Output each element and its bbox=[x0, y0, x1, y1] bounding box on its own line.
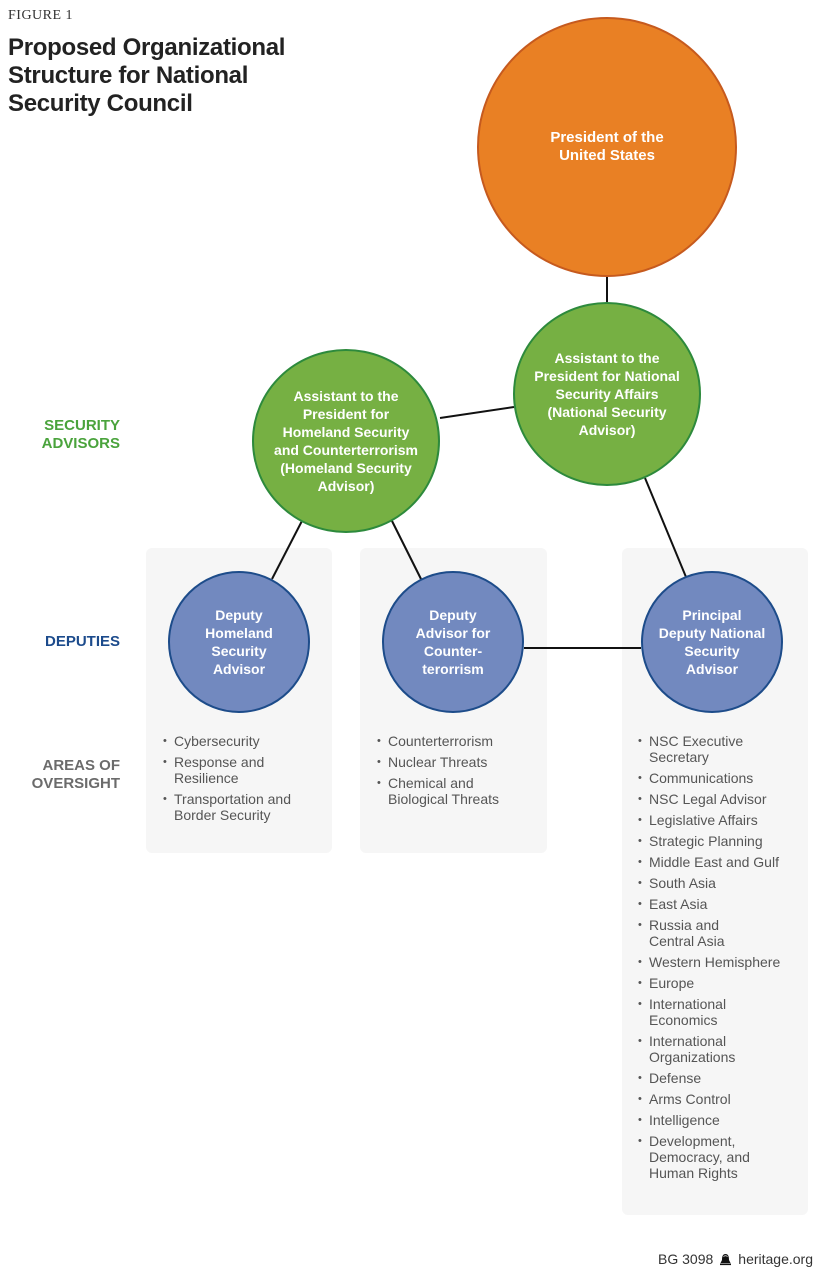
row-label-deputies: DEPUTIES bbox=[44, 633, 120, 650]
node-hsa-label: Assistant to the President for Homeland … bbox=[274, 388, 418, 494]
node-homeland-security-advisor: Assistant to the President for Homeland … bbox=[252, 349, 440, 533]
oversight-item: Transportation and Border Security bbox=[163, 791, 333, 823]
row-label-security-advisors: SECURITY ADVISORS bbox=[41, 417, 120, 452]
edge-nsa-hsa bbox=[439, 406, 515, 419]
oversight-item: NSC Legal Advisor bbox=[638, 791, 813, 807]
oversight-list-deputy-counterterrorism: Counterterrorism Nuclear Threats Chemical … bbox=[377, 733, 547, 812]
node-nsa-label: Assistant to the President for National … bbox=[534, 350, 680, 438]
oversight-item: Nuclear Threats bbox=[377, 754, 547, 770]
oversight-item: Cybersecurity bbox=[163, 733, 333, 749]
oversight-item: Strategic Planning bbox=[638, 833, 813, 849]
oversight-list-deputy-homeland: Cybersecurity Response and Resilience Tran… bbox=[163, 733, 333, 828]
report-id: BG 3098 bbox=[658, 1251, 714, 1267]
oversight-item: Counterterrorism bbox=[377, 733, 547, 749]
node-principal-deputy-label: Principal Deputy National Security Advis… bbox=[658, 607, 766, 677]
oversight-item: Europe bbox=[638, 975, 813, 991]
oversight-item: NSC Executive Secretary bbox=[638, 733, 813, 765]
oversight-item: International Organizations bbox=[638, 1033, 813, 1065]
oversight-item: Response and Resilience bbox=[163, 754, 333, 786]
oversight-item: Middle East and Gulf bbox=[638, 854, 813, 870]
node-principal-deputy: Principal Deputy National Security Advis… bbox=[641, 571, 783, 713]
oversight-list-principal-deputy: NSC Executive Secretary Communications NSC… bbox=[638, 733, 813, 1186]
oversight-item: International Economics bbox=[638, 996, 813, 1028]
oversight-item: South Asia bbox=[638, 875, 813, 891]
oversight-item: Development, Democracy, and Human Rights bbox=[638, 1133, 813, 1181]
oversight-item: Chemical and Biological Threats bbox=[377, 775, 547, 807]
liberty-bell-icon bbox=[720, 1253, 732, 1265]
edge-hsa-deputy-counterterrorism bbox=[389, 516, 422, 580]
oversight-item: East Asia bbox=[638, 896, 813, 912]
oversight-item: Communications bbox=[638, 770, 813, 786]
node-deputy-counterterrorism: Deputy Advisor for Counter- terorrism bbox=[382, 571, 524, 713]
edge-hsa-deputy-homeland bbox=[271, 516, 305, 580]
oversight-item: Western Hemisphere bbox=[638, 954, 813, 970]
oversight-item: Legislative Affairs bbox=[638, 812, 813, 828]
oversight-item: Defense bbox=[638, 1070, 813, 1086]
edge-nsa-principal-deputy bbox=[644, 477, 687, 578]
site-link[interactable]: heritage.org bbox=[738, 1251, 813, 1267]
oversight-item: Russia and Central Asia bbox=[638, 917, 813, 949]
node-deputy-homeland: Deputy Homeland Security Advisor bbox=[168, 571, 310, 713]
oversight-item: Intelligence bbox=[638, 1112, 813, 1128]
node-national-security-advisor: Assistant to the President for National … bbox=[513, 302, 701, 486]
oversight-item: Arms Control bbox=[638, 1091, 813, 1107]
footer: BG 3098 heritage.org bbox=[658, 1251, 813, 1267]
row-label-areas-of-oversight: AREAS OF OVERSIGHT bbox=[31, 757, 120, 792]
node-president-label: President of the United States bbox=[550, 129, 664, 164]
node-president: President of the United States bbox=[477, 17, 737, 277]
node-deputy-counterterrorism-label: Deputy Advisor for Counter- terorrism bbox=[415, 607, 491, 677]
node-deputy-homeland-label: Deputy Homeland Security Advisor bbox=[205, 607, 273, 677]
